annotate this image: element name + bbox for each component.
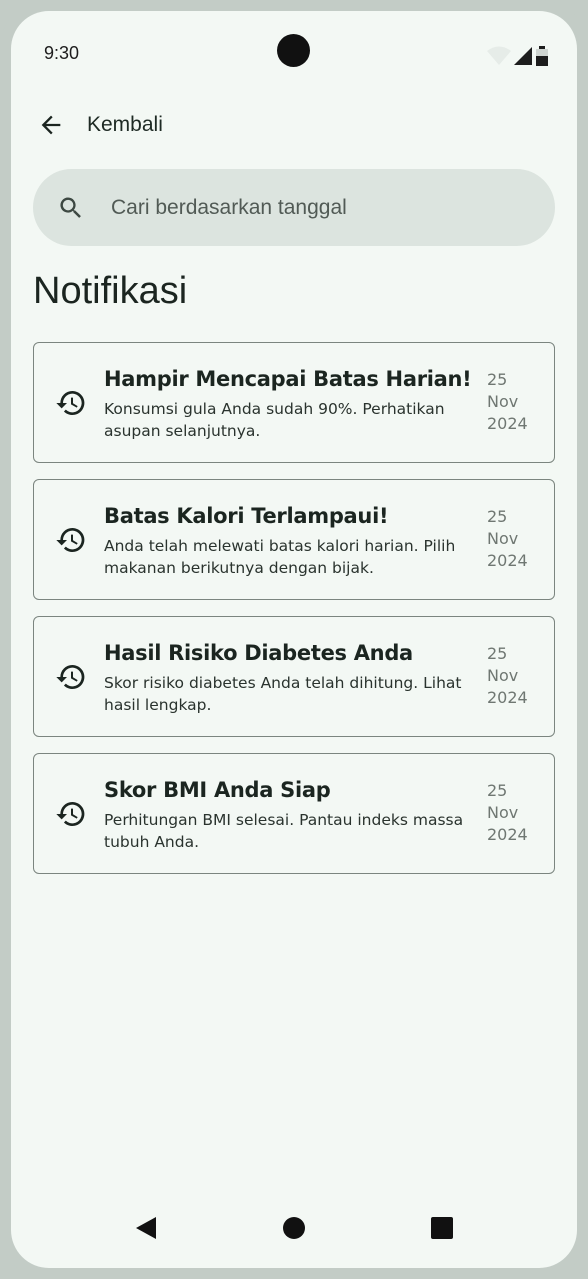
history-icon bbox=[56, 801, 85, 826]
system-nav-bar bbox=[11, 1198, 577, 1268]
date-day: 25 bbox=[487, 644, 508, 663]
notification-card[interactable]: Hasil Risiko Diabetes Anda Skor risiko d… bbox=[33, 616, 555, 737]
recents-square-icon[interactable] bbox=[427, 1213, 457, 1243]
date-year: 2024 bbox=[487, 825, 528, 844]
date-day: 25 bbox=[487, 507, 508, 526]
notification-body: Perhitungan BMI selesai. Pantau indeks m… bbox=[104, 811, 464, 851]
notification-card[interactable]: Batas Kalori Terlampaui! Anda telah mele… bbox=[33, 479, 555, 600]
camera-cutout bbox=[277, 34, 310, 67]
history-icon bbox=[56, 390, 85, 415]
screen: 9:30 Kembali Cari berdasarkan tanggal No… bbox=[11, 11, 577, 1268]
page-title: Notifikasi bbox=[33, 270, 188, 312]
date-year: 2024 bbox=[487, 688, 528, 707]
wifi-icon bbox=[487, 46, 511, 65]
back-button[interactable]: Kembali bbox=[35, 107, 163, 143]
notification-body: Skor risiko diabetes Anda telah dihitung… bbox=[104, 674, 462, 714]
date-day: 25 bbox=[487, 370, 508, 389]
signal-icon bbox=[514, 47, 532, 65]
notification-body: Anda telah melewati batas kalori harian.… bbox=[104, 537, 456, 577]
notification-card[interactable]: Hampir Mencapai Batas Harian! Konsumsi g… bbox=[33, 342, 555, 463]
search-input[interactable] bbox=[109, 194, 513, 221]
history-icon bbox=[56, 527, 85, 552]
notification-date: 25 Nov 2024 bbox=[487, 506, 537, 572]
date-day: 25 bbox=[487, 781, 508, 800]
notification-date: 25 Nov 2024 bbox=[487, 780, 537, 846]
status-time: 9:30 bbox=[44, 43, 80, 63]
notification-card[interactable]: Skor BMI Anda Siap Perhitungan BMI seles… bbox=[33, 753, 555, 874]
notification-title: Skor BMI Anda Siap bbox=[104, 778, 331, 802]
history-icon bbox=[56, 664, 85, 689]
date-month: Nov bbox=[487, 392, 519, 411]
notification-title: Hasil Risiko Diabetes Anda bbox=[104, 641, 413, 665]
phone-frame: 9:30 Kembali Cari berdasarkan tanggal No… bbox=[0, 0, 588, 1279]
back-triangle-icon[interactable] bbox=[131, 1213, 161, 1243]
search-icon bbox=[60, 197, 81, 218]
date-year: 2024 bbox=[487, 551, 528, 570]
notification-date: 25 Nov 2024 bbox=[487, 643, 537, 709]
back-label: Kembali bbox=[87, 113, 163, 136]
status-icons bbox=[487, 45, 549, 67]
notification-title: Batas Kalori Terlampaui! bbox=[104, 504, 389, 528]
notification-title: Hampir Mencapai Batas Harian! bbox=[104, 367, 472, 391]
date-month: Nov bbox=[487, 529, 519, 548]
notification-date: 25 Nov 2024 bbox=[487, 369, 537, 435]
date-month: Nov bbox=[487, 666, 519, 685]
arrow-left-icon bbox=[41, 115, 61, 135]
home-circle-icon[interactable] bbox=[279, 1213, 309, 1243]
search-bar[interactable] bbox=[33, 169, 555, 246]
battery-icon bbox=[536, 46, 548, 66]
notification-list: Hampir Mencapai Batas Harian! Konsumsi g… bbox=[33, 342, 555, 890]
date-year: 2024 bbox=[487, 414, 528, 433]
notification-body: Konsumsi gula Anda sudah 90%. Perhatikan… bbox=[104, 400, 445, 440]
date-month: Nov bbox=[487, 803, 519, 822]
